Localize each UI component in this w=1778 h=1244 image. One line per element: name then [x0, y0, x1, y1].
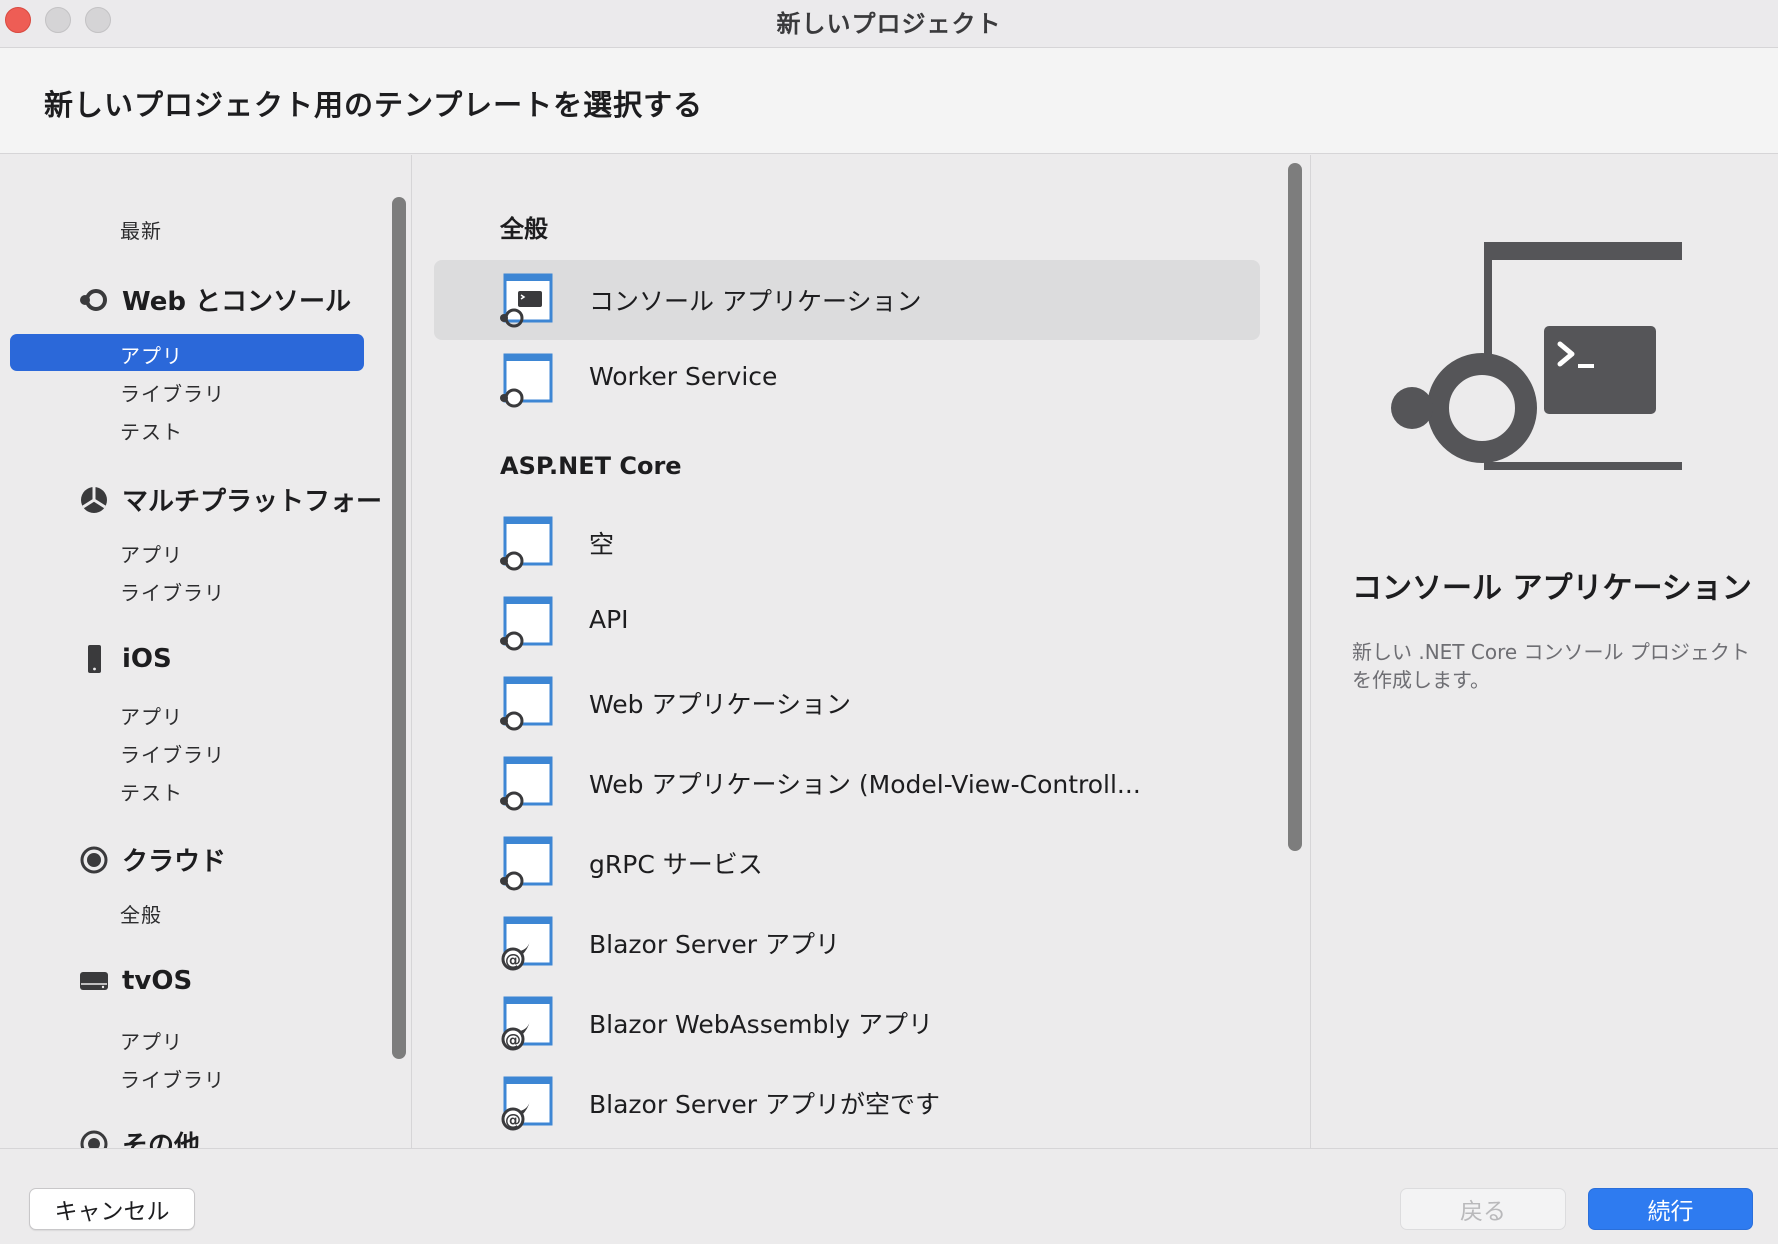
dotnet-template-icon	[500, 676, 553, 731]
category-label: その他	[122, 1131, 201, 1148]
category-web-console[interactable]: Web とコンソール	[78, 281, 351, 318]
dialog-footer: キャンセル 戻る 続行	[0, 1148, 1778, 1244]
cancel-button[interactable]: キャンセル	[29, 1188, 195, 1230]
template-label: 空	[589, 530, 615, 559]
category-label: tvOS	[122, 966, 193, 996]
section-title-general: 全般	[500, 215, 548, 243]
template-list: 全般 コンソール アプリケーション Worker Service ASP.NET…	[413, 155, 1311, 1148]
svg-text:@: @	[505, 1110, 521, 1129]
sidebar-item-tv-library[interactable]: ライブラリ	[120, 1064, 225, 1093]
console-template-icon	[500, 273, 553, 328]
template-label: API	[589, 605, 629, 634]
template-grpc-service[interactable]: gRPC サービス	[434, 823, 1260, 903]
sidebar-item-web-test[interactable]: テスト	[120, 416, 183, 445]
category-tvos[interactable]: tvOS	[78, 965, 192, 997]
sidebar-item-multi-app[interactable]: アプリ	[120, 539, 183, 568]
dialog-header: 新しいプロジェクト用のテンプレートを選択する	[0, 48, 1778, 154]
section-title-aspnet: ASP.NET Core	[500, 452, 682, 480]
category-label: クラウド	[122, 847, 227, 877]
cloud-icon	[78, 844, 110, 876]
blazor-template-icon: @	[501, 996, 553, 1051]
template-list-scrollbar[interactable]	[1288, 163, 1302, 851]
template-api[interactable]: API	[434, 583, 1260, 663]
category-sidebar: 最新 Web とコンソール アプリ ライブラリ テスト マルチプラットフォー ア…	[0, 155, 412, 1148]
template-blazor-server[interactable]: @ Blazor Server アプリ	[434, 903, 1260, 983]
sidebar-item-web-library[interactable]: ライブラリ	[120, 378, 225, 407]
tv-icon	[78, 965, 110, 997]
template-blazor-server-empty[interactable]: @ Blazor Server アプリが空です	[434, 1063, 1260, 1143]
template-console-app[interactable]: コンソール アプリケーション	[434, 260, 1260, 340]
continue-button[interactable]: 続行	[1588, 1188, 1753, 1230]
category-ios[interactable]: iOS	[78, 643, 172, 675]
sidebar-item-ios-test[interactable]: テスト	[120, 777, 183, 806]
blazor-template-icon: @	[501, 1076, 553, 1131]
template-label: gRPC サービス	[589, 850, 763, 879]
back-button[interactable]: 戻る	[1400, 1188, 1566, 1230]
page-title: 新しいプロジェクト用のテンプレートを選択する	[44, 88, 704, 122]
detail-description: 新しい .NET Core コンソール プロジェクトを作成します。	[1352, 640, 1750, 692]
detail-title: コンソール アプリケーション	[1352, 571, 1752, 606]
dotnet-icon	[78, 284, 110, 316]
dotnet-template-icon	[500, 353, 553, 408]
template-detail-panel: コンソール アプリケーション 新しい .NET Core コンソール プロジェク…	[1312, 155, 1778, 1148]
dotnet-template-icon	[500, 596, 553, 651]
sidebar-item-ios-app[interactable]: アプリ	[120, 701, 183, 730]
category-multiplatform[interactable]: マルチプラットフォー	[78, 481, 382, 518]
template-label: Blazor WebAssembly アプリ	[589, 1010, 934, 1039]
category-label: マルチプラットフォー	[122, 487, 383, 517]
dotnet-template-icon	[500, 836, 553, 891]
title-bar: 新しいプロジェクト	[0, 0, 1778, 48]
template-label: Web アプリケーション (Model-View-Controll...	[589, 770, 1141, 799]
sidebar-item-web-app[interactable]: アプリ	[120, 340, 183, 369]
template-blazor-wasm[interactable]: @ Blazor WebAssembly アプリ	[434, 983, 1260, 1063]
template-web-app[interactable]: Web アプリケーション	[434, 663, 1260, 743]
template-label: Worker Service	[589, 362, 778, 391]
dotnet-template-icon	[500, 516, 553, 571]
console-app-preview-icon	[1391, 242, 1682, 470]
dotnet-template-icon	[500, 756, 553, 811]
sidebar-scrollbar[interactable]	[392, 197, 406, 1059]
template-empty[interactable]: 空	[434, 503, 1260, 583]
category-label: Web とコンソール	[122, 287, 352, 317]
blazor-template-icon: @	[501, 916, 553, 971]
template-label: Web アプリケーション	[589, 690, 851, 719]
category-label: iOS	[122, 644, 172, 674]
sidebar-selection-highlight	[10, 334, 364, 371]
sidebar-item-tv-app[interactable]: アプリ	[120, 1026, 183, 1055]
sidebar-item-ios-library[interactable]: ライブラリ	[120, 739, 225, 768]
template-web-app-mvc[interactable]: Web アプリケーション (Model-View-Controll...	[434, 743, 1260, 823]
template-worker-service[interactable]: Worker Service	[434, 340, 1260, 420]
template-label: Blazor Server アプリ	[589, 930, 840, 959]
other-icon	[78, 1128, 110, 1148]
sidebar-item-multi-library[interactable]: ライブラリ	[120, 577, 225, 606]
template-label: コンソール アプリケーション	[589, 287, 922, 316]
sidebar-item-cloud-general[interactable]: 全般	[120, 899, 162, 928]
window-title: 新しいプロジェクト	[776, 10, 1002, 38]
category-cloud[interactable]: クラウド	[78, 841, 226, 878]
svg-text:@: @	[505, 950, 521, 969]
template-label: Blazor Server アプリが空です	[589, 1090, 940, 1119]
phone-icon	[78, 643, 110, 675]
category-other[interactable]: その他	[78, 1125, 200, 1148]
sidebar-item-recent[interactable]: 最新	[120, 215, 162, 244]
svg-text:@: @	[505, 1030, 521, 1049]
multiplatform-icon	[78, 484, 110, 516]
